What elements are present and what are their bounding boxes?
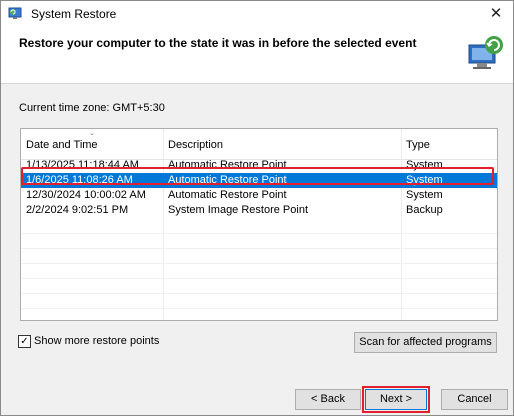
column-header-type[interactable]: Type xyxy=(406,139,430,151)
show-more-checkbox[interactable]: ✓ xyxy=(18,335,31,348)
list-header: ⌄ Date and Time Description Type xyxy=(21,129,497,160)
scan-affected-programs-button[interactable]: Scan for affected programs xyxy=(354,332,497,353)
window-title: System Restore xyxy=(31,7,117,21)
empty-row-line xyxy=(21,293,497,294)
empty-row-line xyxy=(21,308,497,309)
back-button[interactable]: < Back xyxy=(295,389,361,410)
empty-row-line xyxy=(21,248,497,249)
empty-row-line xyxy=(21,263,497,264)
restore-computer-icon xyxy=(463,31,507,75)
system-restore-window: System Restore ✕ Restore your computer t… xyxy=(0,0,514,416)
header-divider xyxy=(1,83,513,84)
close-icon[interactable]: ✕ xyxy=(485,3,507,25)
column-header-description[interactable]: Description xyxy=(168,139,223,151)
row-type: System xyxy=(406,189,443,201)
title-bar: System Restore ✕ xyxy=(1,1,513,27)
column-header-date[interactable]: Date and Time xyxy=(26,139,98,151)
row-date: 2/2/2024 9:02:51 PM xyxy=(26,204,129,216)
table-row[interactable]: 12/30/2024 10:00:02 AM Automatic Restore… xyxy=(21,188,497,203)
cancel-button[interactable]: Cancel xyxy=(441,389,508,410)
timezone-label: Current time zone: GMT+5:30 xyxy=(19,102,165,114)
restore-point-list[interactable]: ⌄ Date and Time Description Type 1/13/20… xyxy=(20,128,498,321)
show-more-label[interactable]: Show more restore points xyxy=(34,335,159,347)
system-restore-icon xyxy=(8,6,23,21)
row-description: System Image Restore Point xyxy=(168,204,309,216)
row-date: 12/30/2024 10:00:02 AM xyxy=(26,189,146,201)
sort-caret-icon: ⌄ xyxy=(89,130,95,137)
row-description: Automatic Restore Point xyxy=(168,189,287,201)
page-title: Restore your computer to the state it wa… xyxy=(19,36,417,50)
table-row[interactable]: 2/2/2024 9:02:51 PM System Image Restore… xyxy=(21,203,497,218)
empty-row-line xyxy=(21,278,497,279)
selected-row-highlight xyxy=(21,167,494,185)
header-panel: Restore your computer to the state it wa… xyxy=(1,27,513,83)
row-type: Backup xyxy=(406,204,443,216)
next-button-highlight xyxy=(362,386,430,413)
empty-row-line xyxy=(21,233,497,234)
